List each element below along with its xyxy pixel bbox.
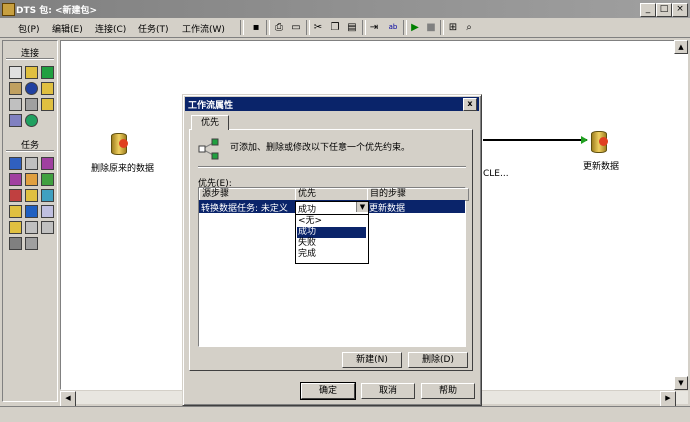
toolbar-separator [440,20,444,35]
print-icon[interactable]: ⎙ [272,21,286,34]
workflow-connector[interactable] [483,139,587,141]
destination-step-cell[interactable]: 更新数据 [369,201,405,214]
toolbar-separator [306,20,310,35]
paste-icon[interactable]: ▤ [345,21,359,34]
copy-objects-task-icon[interactable] [9,189,22,202]
cancel-button[interactable]: 取消 [361,383,415,399]
odbc-connection-icon[interactable] [9,114,22,127]
tab-panel: 可添加、删除或修改以下任意一个优先约束。 优先(E): 源步骤 优先 目的步骤 … [189,129,473,371]
text-source-connection-icon[interactable] [9,98,22,111]
scroll-down-button[interactable]: ▼ [674,376,688,390]
execute-process-task-icon[interactable] [9,173,22,186]
scroll-right-button[interactable]: ▶ [660,391,676,407]
transfer-logins-task-icon[interactable] [9,221,22,234]
ok-button[interactable]: 确定 [300,382,356,400]
toolbar-separator [403,20,407,35]
toolbar-separator [266,20,270,35]
menu-edit[interactable]: 编辑(E) [52,22,83,35]
access-connection-icon[interactable] [25,66,38,79]
scroll-up-button[interactable]: ▲ [674,40,688,54]
analysis-services-task-icon[interactable] [9,237,22,250]
other-connection-icon[interactable] [25,114,38,127]
precedence-grid[interactable]: 源步骤 优先 目的步骤 转换数据任务: 未定义 更新数据 成功 ▼ <无> 成功… [198,187,469,347]
status-bar [0,406,690,422]
arrow-head-icon [581,136,588,144]
precedence-select[interactable]: 成功 ▼ [295,201,369,215]
copy-icon[interactable]: ❐ [328,21,342,34]
chevron-down-icon[interactable]: ▼ [356,202,368,212]
new-button[interactable]: 新建(N) [342,352,402,368]
zoom-icon[interactable]: ⌕ [462,21,476,34]
text-destination-connection-icon[interactable] [25,98,38,111]
transfer-database-task-icon[interactable] [25,237,38,250]
precedence-dropdown-list[interactable]: <无> 成功 失败 完成 [295,214,369,264]
partial-node-label: CLE... [483,169,509,179]
tab-precedence[interactable]: 优先 [191,115,229,130]
dialog-close-button[interactable]: x [463,98,477,111]
send-mail-task-icon[interactable] [25,189,38,202]
divider [6,150,54,152]
source-step-cell[interactable]: 转换数据任务: 未定义 [201,201,288,214]
dropdown-option-selected[interactable]: 成功 [297,227,366,238]
workflow-diagram-icon [198,138,219,160]
menu-toolbar: 包(P) 编辑(E) 连接(C) 任务(T) 工作流(W) ▪ ⎙ ▭ ✂ ❐ … [0,18,690,38]
excel-connection-icon[interactable] [41,66,54,79]
update-data-task-node[interactable] [589,129,611,155]
run-icon[interactable]: ▶ [408,21,422,34]
paradox-connection-icon[interactable] [41,82,54,95]
close-window-button[interactable]: × [672,3,688,17]
workflow-properties-dialog: 工作流属性 x 优先 可添加、删除或修改以下任意一个优先约束。 优先(E): 源… [182,94,482,406]
divider [198,166,466,168]
html-connection-icon[interactable] [25,82,38,95]
toolbar-separator [240,20,244,35]
data-driven-query-task-icon[interactable] [41,173,54,186]
dialog-title-bar: 工作流属性 x [185,97,479,111]
window-title: DTS 包: <新建包> [16,6,98,16]
divider [6,58,54,60]
node-label: 更新数据 [583,162,620,172]
sql-task-icon [599,137,608,146]
activex-script-task-icon[interactable] [25,157,38,170]
node-label: 删除原来的数据 [91,164,155,174]
save-icon[interactable]: ▪ [249,21,263,34]
dialog-title: 工作流属性 [188,101,234,111]
help-button[interactable]: 帮助 [421,383,475,399]
data-mining-task-icon[interactable] [9,205,22,218]
transfer-jobs-task-icon[interactable] [41,221,54,234]
oracle-connection-icon[interactable] [41,98,54,111]
delete-data-task-node[interactable] [109,131,131,157]
stop-icon[interactable]: ■ [424,21,438,34]
transform-icon[interactable]: ab [386,21,400,34]
dbase-connection-icon[interactable] [9,82,22,95]
bulk-insert-task-icon[interactable] [41,189,54,202]
info-text: 可添加、删除或修改以下任意一个优先约束。 [230,143,411,153]
execute-sql-task-icon[interactable] [25,173,38,186]
layout-icon[interactable]: ⊞ [446,21,460,34]
tool-palette: 连接 任务 [2,40,58,402]
delete-button[interactable]: 删除(D) [408,352,468,368]
dts-package-icon [2,3,15,16]
sql-server-connection-icon[interactable] [9,66,22,79]
minimize-button[interactable]: _ [640,3,656,17]
transform-data-task-icon[interactable] [41,157,54,170]
ftp-task-icon[interactable] [9,157,22,170]
maximize-button[interactable]: □ [656,3,672,17]
dropdown-option[interactable]: <无> [297,216,366,227]
menu-connection[interactable]: 连接(C) [95,22,126,35]
menu-task[interactable]: 任务(T) [138,22,169,35]
menu-workflow[interactable]: 工作流(W) [182,22,225,35]
scroll-left-button[interactable]: ◀ [60,391,76,407]
connect-icon[interactable]: ⇥ [367,21,381,34]
dynamic-properties-task-icon[interactable] [25,205,38,218]
cut-icon[interactable]: ✂ [311,21,325,34]
sql-task-icon [119,139,128,148]
toolbar-separator [362,20,366,35]
window-title-bar: DTS 包: <新建包> _ □ × [0,0,690,18]
properties-icon[interactable]: ▭ [289,21,303,34]
dropdown-option[interactable]: 失败 [297,238,366,249]
execute-package-task-icon[interactable] [41,205,54,218]
dropdown-option[interactable]: 完成 [297,249,366,260]
message-queue-task-icon[interactable] [25,221,38,234]
menu-package[interactable]: 包(P) [18,22,39,35]
